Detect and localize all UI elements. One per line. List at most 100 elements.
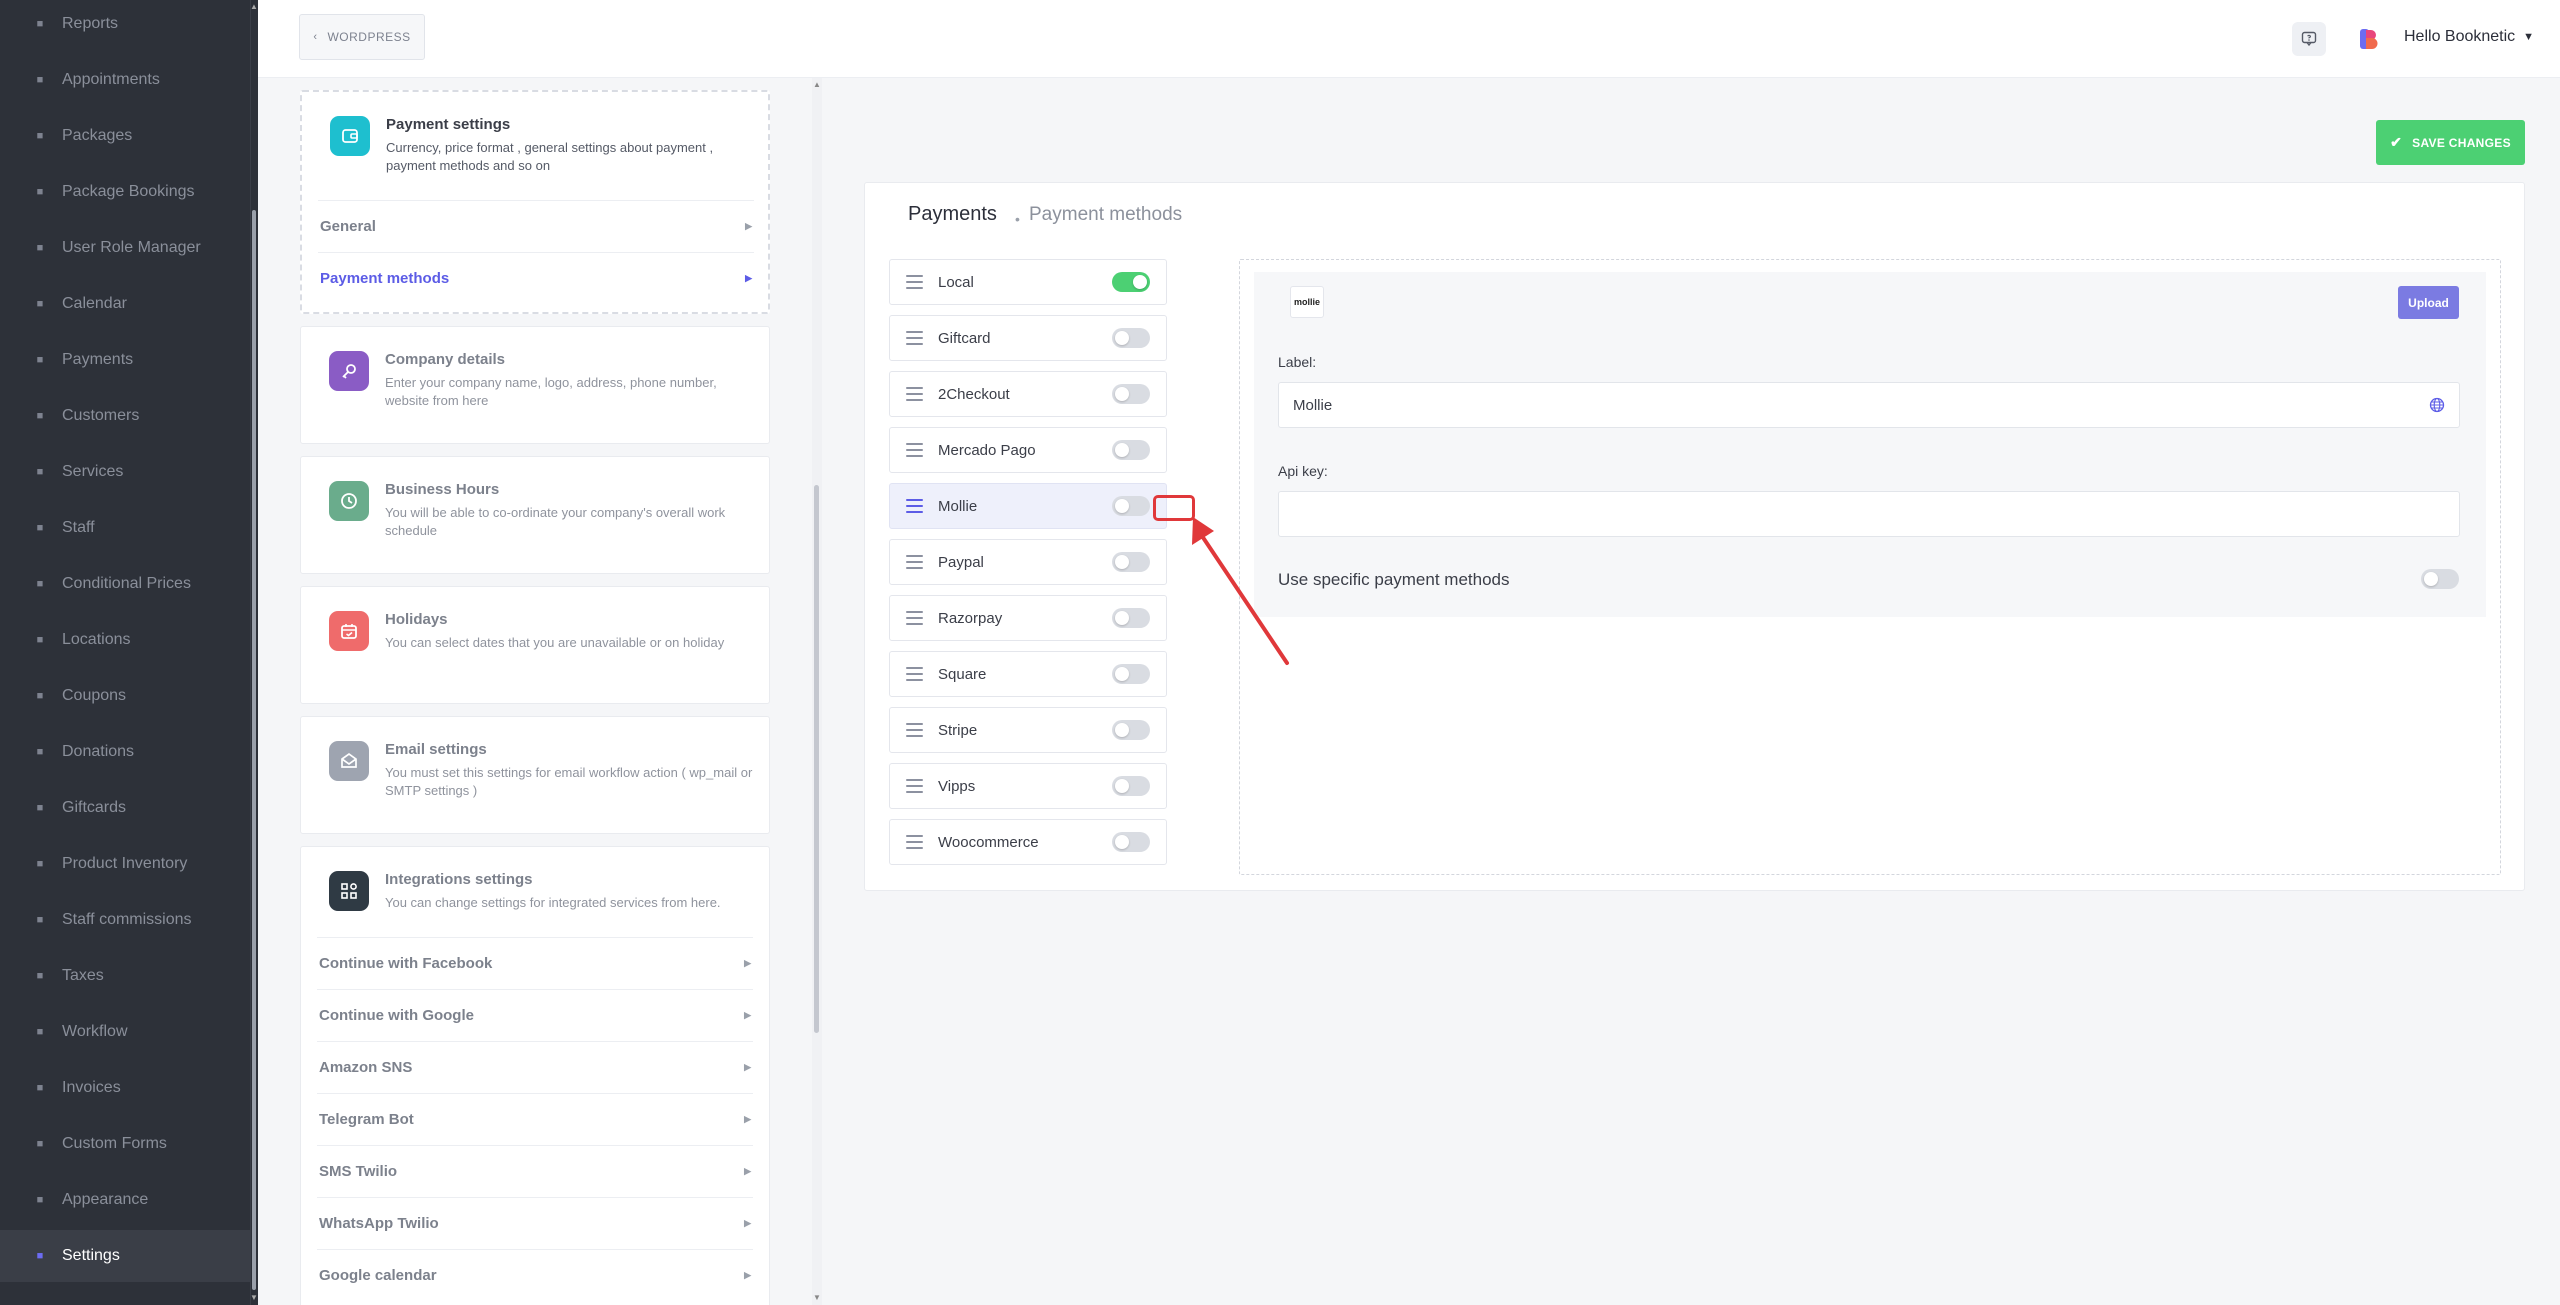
sidebar-scrollbar-thumb[interactable] bbox=[252, 210, 256, 1290]
use-specific-methods-toggle[interactable] bbox=[2421, 569, 2459, 589]
drag-handle-icon[interactable] bbox=[906, 555, 923, 569]
api-key-input[interactable] bbox=[1278, 491, 2460, 537]
breadcrumb-separator: • bbox=[1015, 211, 1020, 227]
payment-method-razorpay[interactable]: Razorpay bbox=[889, 595, 1167, 641]
sidebar-scroll-up-icon[interactable]: ▲ bbox=[250, 2, 258, 11]
help-button[interactable] bbox=[2292, 22, 2326, 56]
sidebar-item-settings[interactable]: ■ Settings bbox=[0, 1230, 250, 1282]
company-details-card[interactable]: Company details Enter your company name,… bbox=[300, 326, 770, 444]
save-label: SAVE CHANGES bbox=[2412, 135, 2511, 150]
drag-handle-icon[interactable] bbox=[906, 443, 923, 457]
payment-method-square[interactable]: Square bbox=[889, 651, 1167, 697]
payment-method-toggle[interactable] bbox=[1112, 440, 1150, 460]
payment-method-mollie[interactable]: Mollie bbox=[889, 483, 1167, 529]
sidebar-item-customers[interactable]: ■ Customers bbox=[0, 390, 250, 442]
settings-scrollbar-thumb[interactable] bbox=[814, 485, 819, 1033]
sidebar-item-giftcards[interactable]: ■ Giftcards bbox=[0, 782, 250, 834]
drag-handle-icon[interactable] bbox=[906, 667, 923, 681]
holidays-card[interactable]: Holidays You can select dates that you a… bbox=[300, 586, 770, 704]
sidebar-item-calendar[interactable]: ■ Calendar bbox=[0, 278, 250, 330]
sidebar-item-label: Conditional Prices bbox=[62, 575, 191, 592]
settings-link-whatsapp-twilio[interactable]: WhatsApp Twilio ▶ bbox=[317, 1197, 753, 1249]
payment-method-toggle[interactable] bbox=[1112, 496, 1150, 516]
sidebar-item-conditional-prices[interactable]: ■ Conditional Prices bbox=[0, 558, 250, 610]
sidebar-item-product-inventory[interactable]: ■ Product Inventory bbox=[0, 838, 250, 890]
settings-link-payment-methods[interactable]: Payment methods ▶ bbox=[318, 252, 754, 304]
annotation-arrow-icon bbox=[1192, 517, 1289, 665]
settings-scroll-down-icon[interactable]: ▼ bbox=[812, 1293, 822, 1302]
save-changes-button[interactable]: ✔ SAVE CHANGES bbox=[2376, 120, 2525, 165]
email-settings-card[interactable]: Email settings You must set this setting… bbox=[300, 716, 770, 834]
sidebar-item-package-bookings[interactable]: ■ Package Bookings bbox=[0, 166, 250, 218]
payment-method-toggle[interactable] bbox=[1112, 720, 1150, 740]
panel-title: Payments bbox=[908, 203, 997, 225]
payment-settings-card[interactable]: Payment settings Currency, price format … bbox=[300, 90, 770, 314]
payment-method-toggle[interactable] bbox=[1112, 272, 1150, 292]
appointments-icon: ■ bbox=[36, 74, 44, 86]
settings-link-amazon-sns[interactable]: Amazon SNS ▶ bbox=[317, 1041, 753, 1093]
payment-method-toggle[interactable] bbox=[1112, 552, 1150, 572]
integrations-settings-card[interactable]: Integrations settings You can change set… bbox=[300, 846, 770, 1305]
drag-handle-icon[interactable] bbox=[906, 499, 923, 513]
sidebar-item-services[interactable]: ■ Services bbox=[0, 446, 250, 498]
sidebar-item-staff-commissions[interactable]: ■ Staff commissions bbox=[0, 894, 250, 946]
settings-link-google-calendar[interactable]: Google calendar ▶ bbox=[317, 1249, 753, 1301]
payment-method-woocommerce[interactable]: Woocommerce bbox=[889, 819, 1167, 865]
payment-method-toggle[interactable] bbox=[1112, 328, 1150, 348]
sidebar-item-coupons[interactable]: ■ Coupons bbox=[0, 670, 250, 722]
payment-method-stripe[interactable]: Stripe bbox=[889, 707, 1167, 753]
payment-method-toggle[interactable] bbox=[1112, 608, 1150, 628]
sidebar-item-appointments[interactable]: ■ Appointments bbox=[0, 54, 250, 106]
user-menu[interactable]: Hello Booknetic ▼ bbox=[2404, 28, 2534, 46]
sidebar-item-label: Invoices bbox=[62, 1079, 121, 1096]
sidebar-item-label: Coupons bbox=[62, 687, 127, 704]
drag-handle-icon[interactable] bbox=[906, 723, 923, 737]
sidebar-item-staff[interactable]: ■ Staff bbox=[0, 502, 250, 554]
drag-handle-icon[interactable] bbox=[906, 779, 923, 793]
payment-method-giftcard[interactable]: Giftcard bbox=[889, 315, 1167, 361]
back-to-wordpress-button[interactable]: ‹ WORDPRESS bbox=[299, 14, 425, 60]
user-role-icon: ■ bbox=[36, 242, 44, 254]
sidebar-item-user-role-manager[interactable]: ■ User Role Manager bbox=[0, 222, 250, 274]
payment-method-local[interactable]: Local bbox=[889, 259, 1167, 305]
sidebar-item-custom-forms[interactable]: ■ Custom Forms bbox=[0, 1118, 250, 1170]
payment-method-mercado-pago[interactable]: Mercado Pago bbox=[889, 427, 1167, 473]
globe-icon[interactable] bbox=[2429, 397, 2445, 413]
drag-handle-icon[interactable] bbox=[906, 331, 923, 345]
drag-handle-icon[interactable] bbox=[906, 387, 923, 401]
invoices-icon: ■ bbox=[36, 1082, 44, 1094]
payment-method-toggle[interactable] bbox=[1112, 832, 1150, 852]
sidebar-item-label: Custom Forms bbox=[62, 1135, 167, 1152]
drag-handle-icon[interactable] bbox=[906, 611, 923, 625]
sidebar-item-workflow[interactable]: ■ Workflow bbox=[0, 1006, 250, 1058]
payment-method-toggle[interactable] bbox=[1112, 384, 1150, 404]
settings-link-continue-with-google[interactable]: Continue with Google ▶ bbox=[317, 989, 753, 1041]
payment-method-label: Mollie bbox=[938, 497, 978, 515]
settings-link-general[interactable]: General ▶ bbox=[318, 200, 754, 252]
drag-handle-icon[interactable] bbox=[906, 835, 923, 849]
settings-link-sms-twilio[interactable]: SMS Twilio ▶ bbox=[317, 1145, 753, 1197]
sidebar-item-payments[interactable]: ■ Payments bbox=[0, 334, 250, 386]
sidebar-item-locations[interactable]: ■ Locations bbox=[0, 614, 250, 666]
label-input[interactable]: Mollie bbox=[1278, 382, 2460, 428]
sidebar-item-reports[interactable]: ■ Reports bbox=[0, 0, 250, 50]
api-key-caption: Api key: bbox=[1278, 463, 1328, 479]
sidebar-item-taxes[interactable]: ■ Taxes bbox=[0, 950, 250, 1002]
payment-method-vipps[interactable]: Vipps bbox=[889, 763, 1167, 809]
settings-link-telegram-bot[interactable]: Telegram Bot ▶ bbox=[317, 1093, 753, 1145]
settings-scroll-up-icon[interactable]: ▲ bbox=[812, 80, 822, 89]
drag-handle-icon[interactable] bbox=[906, 275, 923, 289]
business-hours-card[interactable]: Business Hours You will be able to co-or… bbox=[300, 456, 770, 574]
sidebar-item-packages[interactable]: ■ Packages bbox=[0, 110, 250, 162]
upload-button[interactable]: Upload bbox=[2398, 286, 2459, 319]
sidebar-item-donations[interactable]: ■ Donations bbox=[0, 726, 250, 778]
sidebar-item-invoices[interactable]: ■ Invoices bbox=[0, 1062, 250, 1114]
caret-right-icon: ▶ bbox=[744, 1114, 751, 1124]
settings-link-continue-with-facebook[interactable]: Continue with Facebook ▶ bbox=[317, 937, 753, 989]
sidebar-scroll-down-icon[interactable]: ▼ bbox=[250, 1293, 258, 1302]
payment-method-2checkout[interactable]: 2Checkout bbox=[889, 371, 1167, 417]
payment-method-toggle[interactable] bbox=[1112, 664, 1150, 684]
payment-method-paypal[interactable]: Paypal bbox=[889, 539, 1167, 585]
sidebar-item-appearance[interactable]: ■ Appearance bbox=[0, 1174, 250, 1226]
payment-method-toggle[interactable] bbox=[1112, 776, 1150, 796]
